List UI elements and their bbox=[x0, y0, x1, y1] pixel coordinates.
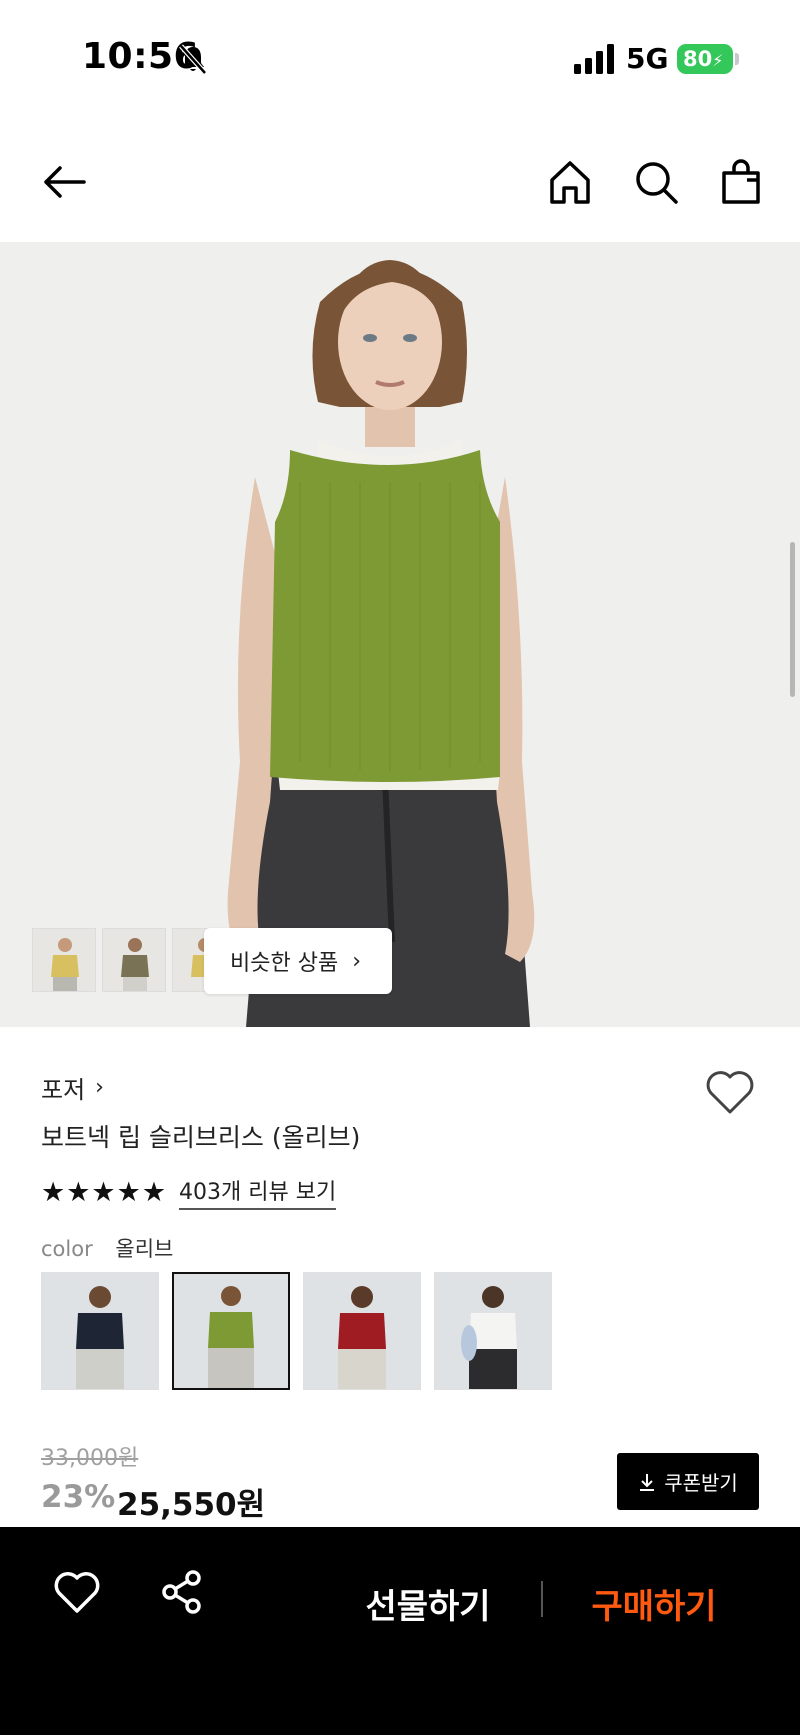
battery-icon: 80⚡ bbox=[677, 44, 733, 74]
search-icon[interactable] bbox=[632, 158, 680, 206]
swatch-image bbox=[435, 1273, 551, 1389]
top-nav-bar bbox=[0, 118, 800, 242]
back-arrow-icon[interactable] bbox=[40, 158, 88, 206]
heart-icon[interactable] bbox=[52, 1567, 102, 1617]
divider bbox=[541, 1581, 543, 1617]
status-bar: 10:56 5G 80⚡ bbox=[0, 0, 800, 118]
coupon-button[interactable]: 쿠폰받기 bbox=[617, 1453, 759, 1510]
rating-row: ★★★★★ 403개 리뷰 보기 bbox=[41, 1174, 337, 1210]
home-icon[interactable] bbox=[546, 158, 594, 206]
sale-price: 25,550원 bbox=[117, 1487, 266, 1523]
share-icon[interactable] bbox=[157, 1567, 207, 1617]
buy-button[interactable]: 구매하기 bbox=[560, 1579, 748, 1628]
scrollbar[interactable] bbox=[790, 542, 795, 697]
color-swatch-red[interactable] bbox=[303, 1272, 421, 1390]
rating-stars: ★★★★★ bbox=[41, 1176, 168, 1208]
download-icon bbox=[640, 1473, 655, 1491]
reviews-link[interactable]: 403개 리뷰 보기 bbox=[179, 1174, 337, 1210]
product-title: 보트넥 립 슬리브리스 (올리브) bbox=[41, 1123, 361, 1152]
original-price: 33,000원 bbox=[41, 1446, 139, 1471]
chevron-right-icon: › bbox=[95, 1075, 104, 1100]
color-swatch-olive[interactable] bbox=[172, 1272, 290, 1390]
color-value: 올리브 bbox=[115, 1237, 174, 1261]
thumbnail-image bbox=[33, 929, 95, 991]
discount-rate: 23% bbox=[41, 1479, 116, 1515]
bottom-action-bar: 선물하기 구매하기 bbox=[0, 1527, 800, 1735]
color-swatch-navy[interactable] bbox=[41, 1272, 159, 1390]
similar-products-button[interactable]: 비슷한 상품 › bbox=[204, 928, 392, 994]
color-swatches bbox=[41, 1272, 552, 1390]
coupon-label: 쿠폰받기 bbox=[664, 1471, 738, 1495]
battery-level: 80 bbox=[683, 47, 713, 71]
network-label: 5G bbox=[626, 42, 669, 75]
swatch-image bbox=[304, 1273, 420, 1389]
brand-name: 포저 bbox=[41, 1076, 86, 1104]
bell-slash-icon bbox=[179, 44, 207, 75]
product-photo bbox=[0, 242, 800, 1027]
color-swatch-white[interactable] bbox=[434, 1272, 552, 1390]
chevron-right-icon: › bbox=[352, 948, 362, 974]
color-label: color bbox=[41, 1237, 93, 1261]
battery-tip bbox=[735, 53, 739, 65]
brand-link[interactable]: 포저 › bbox=[41, 1070, 104, 1105]
swatch-image bbox=[174, 1274, 288, 1388]
product-image-carousel[interactable]: 비슷한 상품 › bbox=[0, 242, 800, 1027]
shopping-bag-icon[interactable] bbox=[717, 158, 765, 206]
similar-products-label: 비슷한 상품 bbox=[230, 951, 339, 976]
hero-thumbnail[interactable] bbox=[102, 928, 166, 992]
gift-button[interactable]: 선물하기 bbox=[330, 1579, 526, 1628]
wishlist-heart-icon[interactable] bbox=[704, 1068, 756, 1116]
hero-thumbnail[interactable] bbox=[32, 928, 96, 992]
swatch-image bbox=[42, 1273, 158, 1389]
signal-icon bbox=[574, 44, 614, 74]
thumbnail-image bbox=[103, 929, 165, 991]
color-row: color 올리브 bbox=[41, 1233, 173, 1263]
